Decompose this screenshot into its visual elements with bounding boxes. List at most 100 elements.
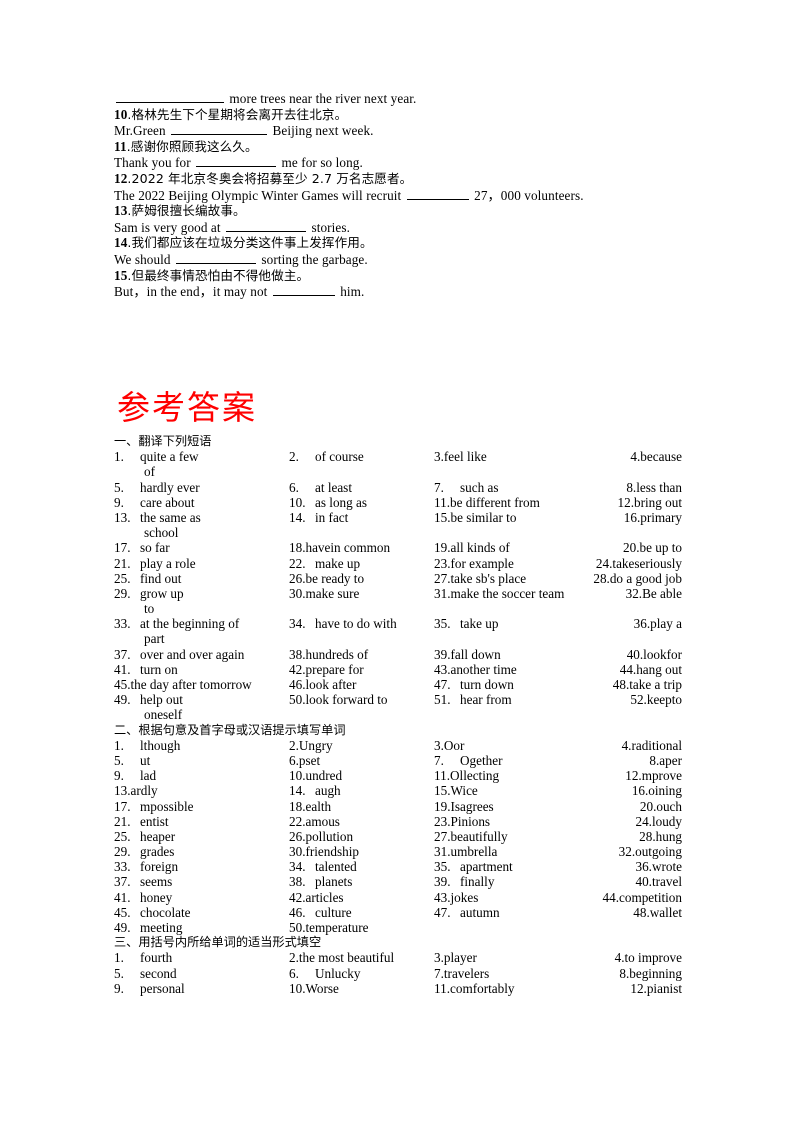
sentence-suffix: 27，000 volunteers. xyxy=(470,187,584,203)
answer-blank[interactable] xyxy=(196,154,277,168)
answer-text: hear from xyxy=(460,692,512,708)
answer-blank[interactable] xyxy=(116,90,224,103)
answer-index: 18. xyxy=(289,540,306,556)
answer-continuation-text: school xyxy=(144,525,179,541)
answer-text: at least xyxy=(315,479,352,495)
prompt-text: .格林先生下个星期将会离开去往北京。 xyxy=(127,106,348,122)
answer-index: 20. xyxy=(639,798,657,814)
question-number: 12 xyxy=(114,170,128,186)
answer-item: 19.all kinds of xyxy=(434,540,599,555)
answer-text: pollution xyxy=(305,828,354,844)
answer-item: 51. hear from xyxy=(434,692,599,707)
exercise-prompt-cn: 14.我们都应该在垃圾分类这件事上发挥作用。 xyxy=(114,235,680,251)
answer-item: 28.do a good job xyxy=(569,571,682,586)
answer-item: 4.raditional xyxy=(569,738,682,753)
answer-index: 36. xyxy=(635,859,652,875)
answer-item: 5. hardly ever xyxy=(114,480,289,495)
answer-row: 33. foreign 34. talented 35. apartment 36.wrot… xyxy=(114,859,682,874)
answer-text: augh xyxy=(315,783,341,799)
answer-index: 43. xyxy=(434,661,451,677)
answer-index: 23. xyxy=(434,813,451,829)
answer-index: 35. xyxy=(434,859,451,875)
question-number: 15 xyxy=(114,267,128,283)
answer-index: 9. xyxy=(114,494,124,510)
answer-text: be different from xyxy=(450,494,540,510)
answer-row: 41. turn on 42.prepare for 43.another time 4… xyxy=(114,662,682,677)
answer-item: 37. seems xyxy=(114,874,289,889)
answer-text: look after xyxy=(305,677,357,693)
answer-text: make the soccer team xyxy=(450,585,565,601)
answer-text: competition xyxy=(619,889,682,905)
answer-text: temperature xyxy=(305,920,369,936)
answer-index: 47. xyxy=(434,677,451,693)
answer-index: 3. xyxy=(434,950,444,966)
answer-text: look forward to xyxy=(305,692,388,708)
answer-row: 5. hardly ever 6. at least 7. such as 8.less t… xyxy=(114,480,682,495)
answer-item: 29. grow up xyxy=(114,586,289,601)
answer-index: 9. xyxy=(114,768,124,784)
exercise-sentence-en: But，in the end，it may not him. xyxy=(114,283,680,300)
answer-section-heading: 二、根据句意及首字母或汉语提示填写单词 xyxy=(114,722,346,737)
answer-continuation-row: school xyxy=(114,525,682,540)
prompt-text: .我们都应该在垃圾分类这件事上发挥作用。 xyxy=(127,235,373,251)
answer-blank[interactable] xyxy=(226,219,307,232)
answer-text: lad xyxy=(140,768,157,784)
answer-index: 21. xyxy=(114,813,131,829)
answer-text: play a xyxy=(650,616,682,632)
answer-item: 11.comfortably xyxy=(434,981,599,996)
answer-row: 5. ut 6.pset 7. Ogether 8.aper xyxy=(114,753,682,768)
answer-text: hardly ever xyxy=(140,479,200,495)
answer-item: 2. of course xyxy=(289,449,434,464)
answer-text: be ready to xyxy=(305,570,365,586)
answer-text: find out xyxy=(140,570,182,586)
answer-text: as long as xyxy=(315,494,368,510)
answer-item: 38. planets xyxy=(289,874,434,889)
answer-text: turn down xyxy=(460,677,514,693)
answer-item: 13.ardly xyxy=(114,783,289,798)
answer-text: all kinds of xyxy=(450,540,510,556)
answer-item: 44.hang out xyxy=(599,662,682,677)
answer-index: 10. xyxy=(289,494,306,510)
answer-text: the same as xyxy=(140,509,201,525)
answer-blank[interactable] xyxy=(272,283,335,297)
answer-text: travel xyxy=(651,874,682,890)
answer-item: 39.fall down xyxy=(434,647,599,662)
answer-row: 17. so far 18.havein common 19.all kinds of… xyxy=(114,540,682,555)
answer-row: 29. grow up 30.make sure 31.make the soccer… xyxy=(114,586,682,601)
exercise-prompt-cn: 11.感谢你照顾我这么久。 xyxy=(114,139,680,155)
answer-row: 1. fourth 2.the most beautiful 3.player 4.to… xyxy=(114,950,682,965)
answer-blank[interactable] xyxy=(176,251,257,264)
answer-text: Oor xyxy=(443,737,465,753)
answer-item: 50.look forward to xyxy=(289,692,434,707)
answer-text: make sure xyxy=(305,585,360,601)
answer-item: 35. take up xyxy=(434,616,599,631)
answer-continuation-row: part xyxy=(114,631,682,646)
answer-blank[interactable] xyxy=(171,122,268,136)
answer-item: 18.ealth xyxy=(289,799,434,814)
answer-item: 49. help out xyxy=(114,692,289,707)
answer-text: havein common xyxy=(305,540,391,556)
answer-index: 1. xyxy=(114,737,124,753)
answer-index: 30. xyxy=(289,844,306,860)
answer-row: 9. care about 10. as long as 11.be different… xyxy=(114,495,682,510)
answer-item: 8.less than xyxy=(599,480,682,495)
answer-index: 51. xyxy=(434,692,451,708)
answer-blank[interactable] xyxy=(406,187,469,200)
answer-item: 1. quite a few xyxy=(114,449,289,464)
prompt-text: .萨姆很擅长编故事。 xyxy=(127,203,246,219)
exercise-sentence-en: Mr.Green Beijing next week. xyxy=(114,122,680,139)
answer-index: 34. xyxy=(289,859,306,875)
exercise-prompt-cn: 15.但最终事情恐怕由不得他做主。 xyxy=(114,268,680,284)
answer-text: hang out xyxy=(636,661,682,677)
answer-index: 23. xyxy=(434,555,451,571)
answer-index: 37. xyxy=(114,874,131,890)
answer-item: 7. Ogether xyxy=(434,753,599,768)
answer-item: 31.make the soccer team xyxy=(434,586,599,601)
answer-index: 16. xyxy=(631,783,649,799)
answer-row: 41. honey 42.articles 43.jokes 44.competitio… xyxy=(114,890,682,905)
answer-text: Unlucky xyxy=(315,965,361,981)
answer-index: 50. xyxy=(289,692,306,708)
answer-item: 17. mpossible xyxy=(114,799,289,814)
answer-item: 6.pset xyxy=(289,753,434,768)
answer-row: 1. lthough 2.Ungry 3.Oor 4.raditional xyxy=(114,738,682,753)
